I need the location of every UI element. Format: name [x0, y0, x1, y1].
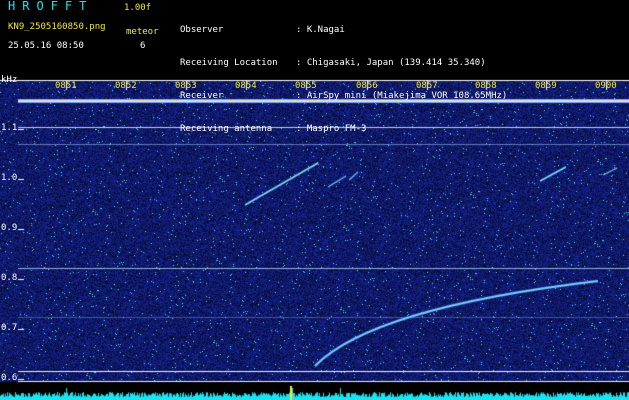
time-tick-0854: 0854 [235, 81, 257, 91]
time-tick-0900: 0900 [595, 81, 617, 91]
app-version: 1.00f [124, 3, 152, 13]
meta-label-receiver: Receiver [180, 91, 224, 101]
meta-label-location: Receiving Location [180, 58, 278, 68]
time-tick-0858: 0858 [475, 81, 497, 91]
time-tick-0856: 0856 [356, 81, 378, 91]
meta-label-observer: Observer [180, 25, 224, 35]
time-tick-0852: 0852 [115, 81, 137, 91]
meta-labels: Observer Receiving Location Receiver Rec… [180, 3, 278, 157]
meta-label-antenna: Receiving antenna [180, 124, 273, 134]
date-time: 25.05.16 08:50 [8, 41, 84, 51]
time-tick-0855: 0855 [295, 81, 317, 91]
meta-value-location: : Chigasaki, Japan (139.414 35.340) [296, 58, 486, 68]
time-tick-0859: 0859 [535, 81, 557, 91]
mode-label: meteor [126, 27, 159, 37]
time-tick-0851: 0851 [55, 81, 77, 91]
freq-tick-0_9: 0.9 [1, 223, 18, 233]
meta-value-receiver: : AirSpy mini (Miakejima VOR 108.65MHz) [296, 91, 508, 101]
app-title: HROFFT [8, 0, 94, 13]
time-tick-0857: 0857 [416, 81, 438, 91]
freq-tick-1_1: 1.1 [1, 123, 18, 133]
freq-tick-0_8: 0.8 [1, 273, 18, 283]
detection-count: 6 [140, 41, 146, 51]
hrofft-window: HROFFT 1.00f KN9_2505160850.png meteor 2… [0, 0, 629, 400]
freq-tick-1_0: 1.0 [1, 173, 18, 183]
meta-values: : K.Nagai : Chigasaki, Japan (139.414 35… [296, 3, 507, 157]
freq-unit-label: kHz [1, 75, 18, 85]
meta-value-observer: : K.Nagai [296, 25, 345, 35]
time-tick-0853: 0853 [175, 81, 197, 91]
file-name: KN9_2505160850.png [8, 22, 106, 32]
freq-tick-0_7: 0.7 [1, 323, 18, 333]
freq-tick-0_6: 0.6 [1, 373, 18, 383]
meta-value-antenna: : Maspro FM-3 [296, 124, 367, 134]
